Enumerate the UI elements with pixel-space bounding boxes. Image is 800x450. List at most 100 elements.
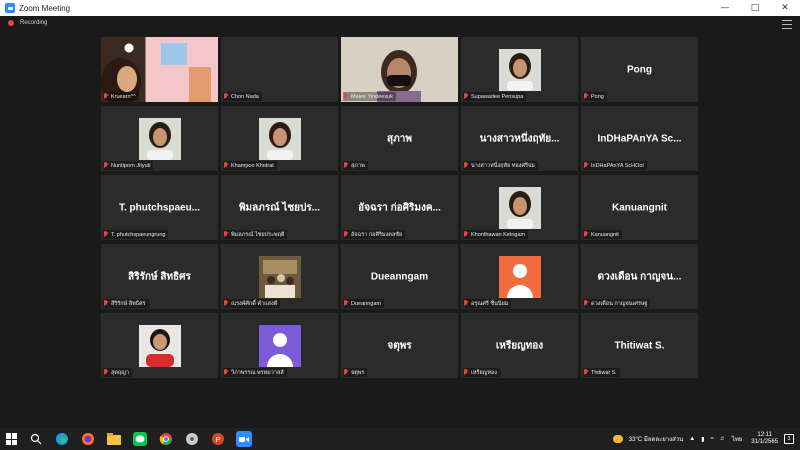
recording-indicator[interactable]: Recording [8,20,47,26]
participant-name-label: Kruearn^^ [103,92,139,101]
participant-name-label: จตุพร [343,368,368,377]
participant-name-label: InDHaPAnYA ScHOol [583,161,647,170]
participant-name: วิภาพรรณ พรหมวาสส์ [231,369,284,376]
participant-tile[interactable]: Dueanngam Dueanngam [341,244,458,309]
participant-name: Chon Nada [231,93,259,100]
participant-name: อรุณศรี ชื่นนิยม [471,300,509,307]
participant-tile[interactable]: อรุณศรี ชื่นนิยม [461,244,578,309]
participant-name-label: วิภาพรรณ พรหมวาสส์ [223,368,287,377]
participant-name-label: อรุณศรี ชื่นนิยม [463,299,512,308]
participant-name: ณรงค์ศักดิ์ คำแสงดี [231,300,278,307]
participant-tile[interactable]: Nuntiporn Jityuti [101,106,218,171]
weather-text[interactable]: 33°C มีลดละยางส่วน [629,434,683,444]
participant-name-label: T. phutchspaeungrung [103,230,169,239]
line-app-icon[interactable] [132,431,148,447]
zoom-app-icon[interactable] [236,431,252,447]
participant-name: สุภาพ [351,162,365,169]
battery-icon[interactable]: ▮ [701,436,704,443]
participant-name-label: Khonthawan Ketngam [463,230,529,239]
participant-tile[interactable]: Malee Yindeesuk [341,37,458,102]
participant-name: เหรียญทอง [471,369,497,376]
participant-display-name: T. phutchspaeu... [118,202,201,213]
participant-tile[interactable]: นางสาวหนึ่งฤทัย... นางสาวหนึ่งฤทัย ทองศรี… [461,106,578,171]
notification-icon[interactable]: 3 [784,434,794,444]
recording-dot-icon [8,20,14,26]
participant-name-label: Malee Yindeesuk [343,92,396,101]
participant-name-label: ดวงเดือน กาญจนเศรษฐ [583,299,651,308]
volume-icon[interactable]: ♬ [720,436,726,442]
participant-tile[interactable]: Kanuangnit Kanuangnit [581,175,698,240]
participant-name: Pong [591,93,604,100]
close-button[interactable]: ✕ [770,0,800,16]
edge-browser-icon[interactable] [54,431,70,447]
window-controls: — □ ✕ [710,0,800,16]
mic-muted-icon [463,300,469,307]
firefox-icon[interactable] [80,431,96,447]
participant-name: นางสาวหนึ่งฤทัย ทองศรีจม [471,162,535,169]
view-menu-icon[interactable] [782,20,792,29]
participant-display-name: เหรียญทอง [495,340,544,351]
participant-name-label: นางสาวหนึ่งฤทัย ทองศรีจม [463,161,538,170]
mic-muted-icon [463,231,469,238]
participant-name-label: สิริรักษ์ สิทธิศร [103,299,149,308]
participant-name: สิริรักษ์ สิทธิศร [111,300,146,307]
participant-tile[interactable]: จตุพร จตุพร [341,313,458,378]
participant-display-name: จตุพร [387,340,412,351]
zoom-logo-icon [5,3,15,13]
participant-avatar [499,49,541,91]
search-icon[interactable] [28,431,44,447]
wifi-icon[interactable]: ≈ [711,436,714,442]
participant-tile[interactable]: InDHaPAnYA Sc... InDHaPAnYA ScHOol [581,106,698,171]
participant-name: T. phutchspaeungrung [111,231,166,238]
participant-name-label: Khampoo Khotrat [223,161,277,170]
mic-muted-icon [343,369,349,376]
windows-start-icon[interactable] [6,433,18,445]
participant-name-label: Pong [583,92,607,101]
participant-tile[interactable]: Supawadee Pensupa [461,37,578,102]
participant-tile[interactable]: Khampoo Khotrat [221,106,338,171]
participant-tile[interactable]: เหรียญทอง เหรียญทอง [461,313,578,378]
participant-tile[interactable]: วิภาพรรณ พรหมวาสส์ [221,313,338,378]
network-icon[interactable]: ▲ [689,436,695,442]
participant-name-label: สุดฤญา [103,368,133,377]
minimize-button[interactable]: — [710,0,740,16]
participant-tile[interactable]: สุดฤญา [101,313,218,378]
participant-display-name: Kanuangnit [612,202,667,213]
clock-time: 12:11 [757,432,772,438]
participant-tile[interactable]: T. phutchspaeu... T. phutchspaeungrung [101,175,218,240]
weather-icon [612,435,623,443]
participant-tile[interactable]: ดวงเดือน กาญจน... ดวงเดือน กาญจนเศรษฐ [581,244,698,309]
participant-tile[interactable]: อัจฉรา ก่อศิริมงค... อัจฉรา ก่อศิริมงคลชั… [341,175,458,240]
participant-tile[interactable]: Pong Pong [581,37,698,102]
mic-muted-icon [583,369,589,376]
mic-muted-icon [223,231,229,238]
participant-tile[interactable]: สิริรักษ์ สิทธิศร สิริรักษ์ สิทธิศร [101,244,218,309]
participant-tile[interactable]: Kruearn^^ [101,37,218,102]
clock[interactable]: 12:11 31/1/2565 [751,432,778,446]
participant-name-label: อัจฉรา ก่อศิริมงคลชัย [343,230,406,239]
participant-tile[interactable]: Chon Nada [221,37,338,102]
media-app-icon[interactable] [184,431,200,447]
file-explorer-icon[interactable] [106,431,122,447]
mic-muted-icon [223,162,229,169]
participant-name: ดวงเดือน กาญจนเศรษฐ [591,300,648,307]
svg-text:P: P [216,437,221,444]
participant-tile[interactable]: Thitiwat S. Thitiwat S. [581,313,698,378]
participant-tile[interactable]: Khonthawan Ketngam [461,175,578,240]
powerpoint-icon[interactable]: P [210,431,226,447]
participant-tile[interactable]: ณรงค์ศักดิ์ คำแสงดี [221,244,338,309]
recording-label: Recording [20,20,48,26]
participant-avatar [259,256,301,298]
participant-tile[interactable]: สุภาพ สุภาพ [341,106,458,171]
maximize-button[interactable]: □ [740,0,770,16]
participant-name-label: Nuntiporn Jityuti [103,161,154,170]
participant-tile[interactable]: พิมลภรณ์ ไชยปร... พิมลภรณ์ ไชยประพฤติ [221,175,338,240]
language-indicator[interactable]: ไทย [732,434,743,444]
participant-display-name: Dueanngam [370,271,429,282]
participant-name: Khonthawan Ketngam [471,231,526,238]
participant-display-name: สิริรักษ์ สิทธิศร [128,271,191,282]
participant-name: อัจฉรา ก่อศิริมงคลชัย [351,231,403,238]
mic-muted-icon [103,369,109,376]
mic-muted-icon [463,93,469,100]
chrome-icon[interactable] [158,431,174,447]
